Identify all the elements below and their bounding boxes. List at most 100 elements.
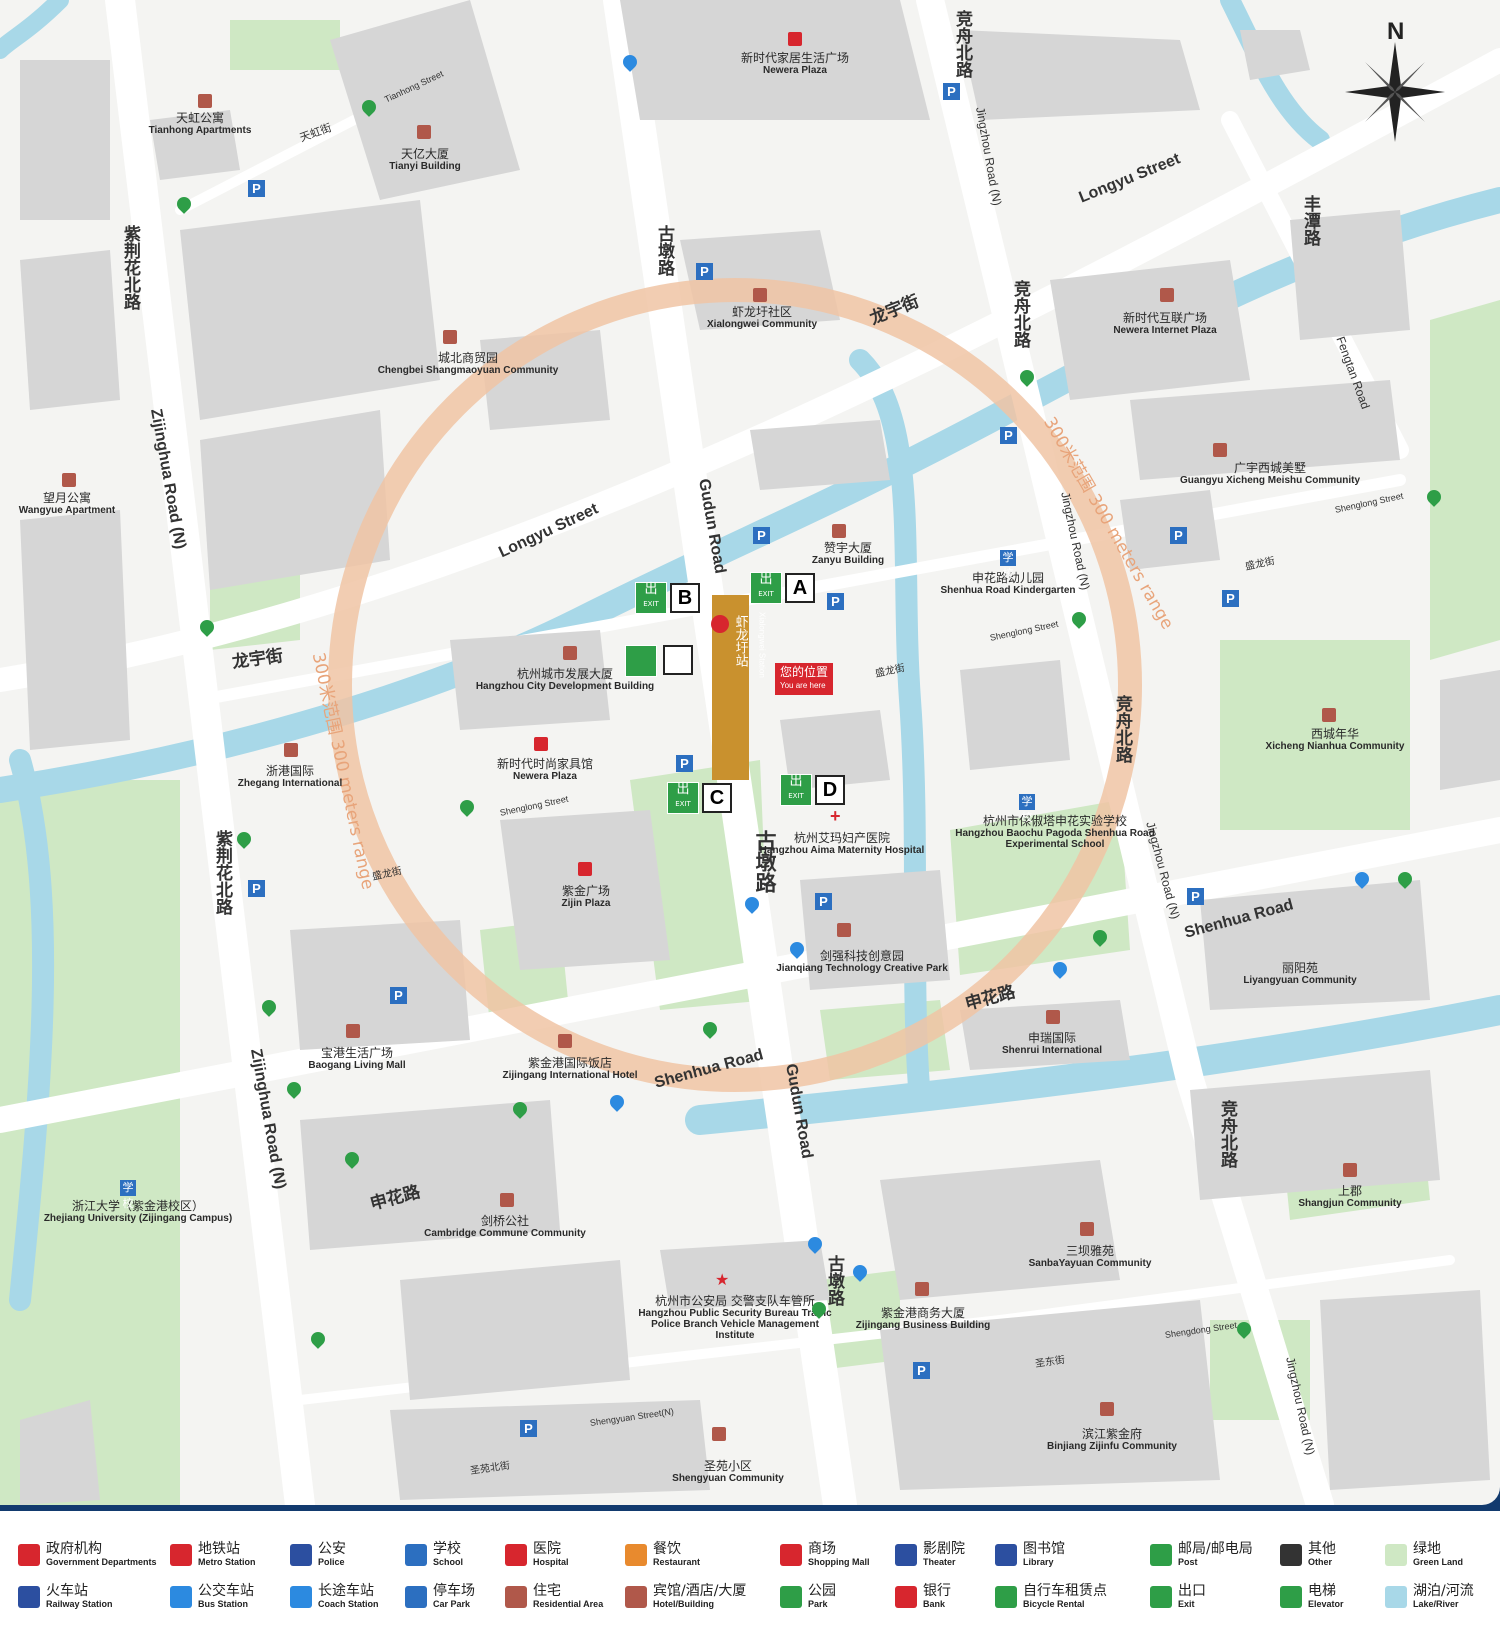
place-name-zh: 滨江紫金府 xyxy=(1081,1427,1142,1441)
place-label-police[interactable]: 杭州市公安局 交警支队车管所 Hangzhou Public Security B… xyxy=(635,1294,835,1342)
place-name-en: Zijingang Business Building xyxy=(855,1320,991,1332)
shopping-mall-icon xyxy=(578,862,592,876)
place-name-en: Tianyi Building xyxy=(389,161,461,173)
road-label-jingzhou-zh-1: 竞舟北路 xyxy=(952,10,972,78)
legend-label-en: Hospital xyxy=(533,1557,569,1567)
legend-label-zh: 湖泊/河流 xyxy=(1413,1583,1474,1599)
legend-label-en: Hotel/Building xyxy=(653,1599,714,1609)
place-label-guangyu[interactable]: 广宇西城美墅 Guangyu Xicheng Meishu Community xyxy=(1180,461,1360,486)
legend-item: 绿地 Green Land xyxy=(1385,1541,1463,1568)
place-label-shenrui[interactable]: 申瑞国际 Shenrui International xyxy=(1001,1031,1103,1057)
legend-item: 学校 School xyxy=(405,1541,463,1568)
legend-label-zh: 其他 xyxy=(1308,1541,1336,1557)
place-label-baochu[interactable]: 杭州市保俶塔申花实验学校 Hangzhou Baochu Pagoda Shenh… xyxy=(955,814,1155,850)
place-label-shengyuan[interactable]: 圣苑小区 Shengyuan Community xyxy=(672,1459,784,1484)
legend-item: 停车场 Car Park xyxy=(405,1583,475,1610)
residential-icon xyxy=(1160,288,1174,302)
place-label-chengbei[interactable]: 城北商贸园 Chengbei Shangmaoyuan Community xyxy=(377,351,559,377)
bank-icon xyxy=(895,1585,917,1608)
legend-label-en: Green Land xyxy=(1413,1557,1464,1567)
legend: 政府机构 Government Departments 地铁站 Metro Stati… xyxy=(0,1505,1500,1642)
parking-icon: P xyxy=(248,880,265,897)
place-label-shangjun[interactable]: 上郡 Shangjun Community xyxy=(1298,1184,1401,1209)
exit-icon: 出 EXIT xyxy=(635,582,667,614)
legend-text: 其他 Other xyxy=(1308,1541,1336,1568)
road-label-jingzhou-zh-4: 竞舟北路 xyxy=(1217,1100,1237,1168)
residential-icon xyxy=(1343,1163,1357,1177)
legend-text: 湖泊/河流 Lake/River xyxy=(1413,1583,1474,1610)
place-label-zijin-plaza[interactable]: 紫金广场 Zijin Plaza xyxy=(562,884,611,909)
legend-item: 长途车站 Coach Station xyxy=(290,1583,379,1610)
parking-icon: P xyxy=(248,180,265,197)
legend-label-zh: 政府机构 xyxy=(46,1541,102,1557)
legend-text: 公园 Park xyxy=(808,1583,836,1610)
place-label-newera-plaza2[interactable]: 新时代时尚家具馆 Newera Plaza xyxy=(497,757,593,782)
exit-letter: A xyxy=(785,573,815,603)
place-label-cambridge[interactable]: 剑桥公社 Cambridge Commune Community xyxy=(424,1214,586,1240)
place-label-liyangyuan[interactable]: 丽阳苑 Liyangyuan Community xyxy=(1243,961,1356,986)
place-label-aima[interactable]: 杭州艾玛妇产医院 Hangzhou Aima Maternity Hospital xyxy=(760,831,925,856)
legend-label-en: Bus Station xyxy=(198,1599,249,1609)
place-name-zh: 天亿大厦 xyxy=(400,147,450,161)
place-name-en: Shenrui International xyxy=(1001,1045,1103,1057)
parking-icon: P xyxy=(696,263,713,280)
place-label-binjiang[interactable]: 滨江紫金府 Binjiang Zijinfu Community xyxy=(1047,1427,1177,1452)
government-star-icon: ★ xyxy=(715,1272,730,1289)
coach-icon xyxy=(290,1585,312,1608)
place-label-zijingang-business[interactable]: 紫金港商务大厦 Zijingang Business Building xyxy=(855,1306,991,1332)
place-name-en: SanbaYayuan Community xyxy=(1028,1258,1152,1270)
place-label-zju[interactable]: 浙江大学（紫金港校区） Zhejiang University (Zijingan… xyxy=(44,1199,232,1224)
place-label-zhegang[interactable]: 浙港国际 Zhegang International xyxy=(237,764,343,790)
residential-icon xyxy=(443,330,457,344)
place-name-zh: 浙江大学（紫金港校区） xyxy=(71,1199,205,1213)
place-label-newera-internet[interactable]: 新时代互联广场 Newera Internet Plaza xyxy=(1113,311,1217,337)
map-area[interactable]: 虾龙圩站 Xialongwei Station 您的位置 You are her… xyxy=(0,0,1500,1505)
exit-d[interactable]: 出 EXIT D xyxy=(780,774,845,806)
place-name-en: Cambridge Commune Community xyxy=(424,1228,586,1240)
place-name-en: Zhegang International xyxy=(237,778,343,790)
road-label-jingzhou-zh-2: 竞舟北路 xyxy=(1010,280,1030,348)
place-name-en: Zijingang International Hotel xyxy=(502,1070,638,1082)
place-name-en: Chengbei Shangmaoyuan Community xyxy=(377,365,559,377)
hospital-icon xyxy=(505,1543,527,1566)
legend-text: 自行车租赁点 Bicycle Rental xyxy=(1023,1583,1107,1610)
exit-en: EXIT xyxy=(758,590,774,598)
place-label-tianyi[interactable]: 天亿大厦 Tianyi Building xyxy=(389,147,461,173)
place-name-en: Newera Internet Plaza xyxy=(1113,325,1217,337)
place-label-zanyu[interactable]: 赞宇大厦 Zanyu Building xyxy=(812,541,884,566)
place-label-tianhong[interactable]: 天虹公寓 Tianhong Apartments xyxy=(149,111,252,136)
place-label-newera-plaza[interactable]: 新时代家居生活广场 Newera Plaza xyxy=(740,51,850,76)
legend-item: 商场 Shopping Mall xyxy=(780,1541,870,1568)
legend-text: 绿地 Green Land xyxy=(1413,1541,1463,1568)
place-label-sanba[interactable]: 三坝雅苑 SanbaYayuan Community xyxy=(1028,1244,1152,1270)
place-label-hz-city-dev[interactable]: 杭州城市发展大厦 Hangzhou City Development Buildi… xyxy=(476,667,654,692)
place-name-en: Baogang Living Mall xyxy=(308,1060,406,1072)
residential-icon xyxy=(753,288,767,302)
place-label-xialongwei[interactable]: 虾龙圩社区 Xialongwei Community xyxy=(707,305,817,330)
place-name-zh: 赞宇大厦 xyxy=(823,541,872,555)
place-name-zh: 城北商贸园 xyxy=(437,351,499,365)
exit-b[interactable]: 出 EXIT B xyxy=(635,582,700,614)
place-label-xicheng-nianhua[interactable]: 西城年华 Xicheng Nianhua Community xyxy=(1266,727,1405,752)
place-name-zh: 申瑞国际 xyxy=(1027,1031,1077,1045)
place-label-baogang[interactable]: 宝港生活广场 Baogang Living Mall xyxy=(308,1046,406,1072)
legend-label-zh: 自行车租赁点 xyxy=(1023,1583,1107,1599)
legend-label-zh: 商场 xyxy=(808,1541,836,1557)
exit-c[interactable]: 出 EXIT C xyxy=(667,782,732,814)
exit-a[interactable]: 出 EXIT A xyxy=(750,572,815,604)
place-label-zijingang-hotel[interactable]: 紫金港国际饭店 Zijingang International Hotel xyxy=(502,1056,638,1082)
parking-icon: P xyxy=(827,593,844,610)
you-are-here-en: You are here xyxy=(780,681,826,690)
legend-text: 停车场 Car Park xyxy=(433,1583,475,1610)
legend-item: 住宅 Residential Area xyxy=(505,1583,603,1610)
legend-label-en: Park xyxy=(808,1599,828,1609)
legend-label-zh: 影剧院 xyxy=(923,1541,965,1557)
place-label-wangyue[interactable]: 望月公寓 Wangyue Apartment xyxy=(19,491,116,516)
place-name-zh: 杭州市保俶塔申花实验学校 xyxy=(982,814,1127,828)
exit-zh: 出 xyxy=(676,782,690,797)
place-name-en: Hangzhou Public Security Bureau Traffic … xyxy=(638,1308,832,1342)
parking-icon: P xyxy=(943,83,960,100)
exit-icon: 出 EXIT xyxy=(750,572,782,604)
legend-label-zh: 火车站 xyxy=(46,1583,88,1599)
place-name-zh: 新时代家居生活广场 xyxy=(740,51,850,65)
